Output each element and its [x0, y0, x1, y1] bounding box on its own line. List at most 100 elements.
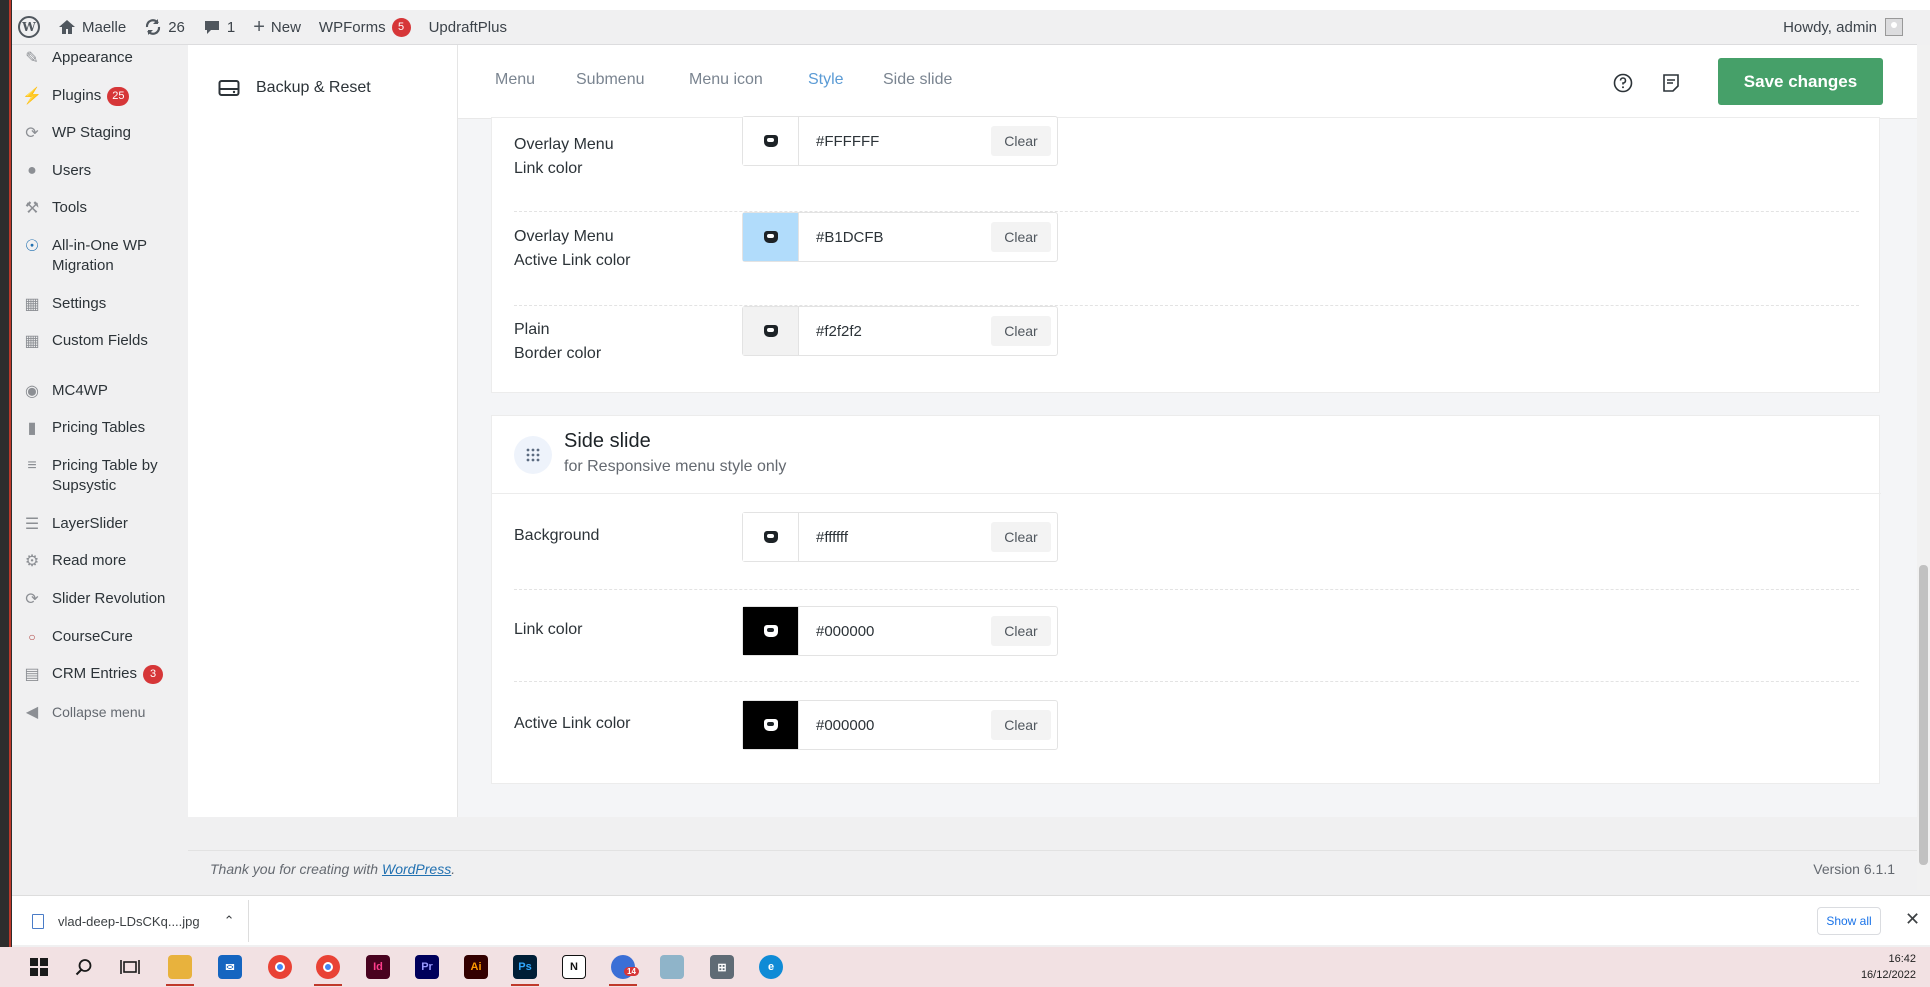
setting-row: Background #ffffff Clear — [492, 494, 1881, 590]
edge-icon[interactable]: e — [759, 955, 783, 979]
tab-menu[interactable]: Menu — [495, 71, 535, 119]
color-value-input[interactable]: #FFFFFF — [816, 133, 991, 150]
window-top-strip — [0, 0, 1930, 10]
menu-item-layerslider[interactable]: ☰ LayerSlider — [12, 514, 188, 534]
clear-button[interactable]: Clear — [991, 126, 1051, 156]
menu-item-crm-entries[interactable]: ▤ CRM Entries 3 — [12, 664, 188, 684]
calculator-icon[interactable]: ⊞ — [710, 955, 734, 979]
color-value-input[interactable]: #000000 — [816, 717, 991, 734]
collapse-icon: ◀ — [25, 704, 39, 721]
new-content-link[interactable]: + New — [244, 10, 310, 45]
bars-icon: ▮ — [27, 420, 37, 437]
color-swatch-button[interactable] — [743, 513, 799, 561]
divider — [248, 900, 249, 942]
show-all-button[interactable]: Show all — [1817, 907, 1881, 935]
setting-label: Overlay Menu Active Link color — [514, 225, 631, 273]
chrome-profile-icon[interactable] — [316, 955, 340, 979]
menu-item-read-more[interactable]: ⚙ Read more — [12, 551, 188, 571]
sync-icon: ⟳ — [25, 125, 39, 142]
page-scrollbar[interactable] — [1917, 45, 1930, 890]
menu-item-coursecure[interactable]: ○ CourseCure — [12, 627, 188, 647]
wordpress-link[interactable]: WordPress — [382, 861, 451, 877]
menu-label-plugins: Plugins — [52, 87, 102, 104]
downloads-bar: vlad-deep-LDsCKq....jpg ⌃ Show all ✕ — [12, 895, 1930, 945]
chrome-icon[interactable] — [268, 955, 292, 979]
menu-item-slider-revolution[interactable]: ⟳ Slider Revolution — [12, 589, 188, 609]
color-value-input[interactable]: #B1DCFB — [816, 229, 991, 246]
clear-button[interactable]: Clear — [991, 616, 1051, 646]
layers-icon: ☰ — [24, 516, 40, 533]
download-item[interactable]: vlad-deep-LDsCKq....jpg ⌃ — [32, 908, 235, 934]
backup-reset-link[interactable]: Backup & Reset — [218, 79, 371, 97]
indesign-icon[interactable]: Id — [366, 955, 390, 979]
updraftplus-link[interactable]: UpdraftPlus — [420, 10, 516, 45]
color-swatch-button[interactable] — [743, 607, 799, 655]
clear-button[interactable]: Clear — [991, 222, 1051, 252]
notes-icon[interactable] — [1660, 72, 1682, 94]
menu-label-migration-2: Migration — [52, 257, 114, 274]
mail-icon[interactable]: ✉ — [218, 955, 242, 979]
search-icon[interactable] — [72, 955, 96, 979]
clear-button[interactable]: Clear — [991, 522, 1051, 552]
menu-item-wp-staging[interactable]: ⟳ WP Staging — [12, 123, 188, 143]
tab-style[interactable]: Style — [802, 71, 850, 119]
menu-item-pricing-table-supsystic[interactable]: ≡ Pricing Table by Supsystic — [12, 456, 188, 496]
save-changes-button[interactable]: Save changes — [1718, 58, 1883, 105]
menu-item-plugins[interactable]: ⚡ Plugins 25 — [12, 86, 188, 106]
task-view-icon[interactable] — [118, 955, 142, 979]
setting-row: Active Link color #000000 Clear — [492, 682, 1881, 776]
windows-start-icon[interactable] — [27, 955, 51, 979]
scrollbar-thumb[interactable] — [1919, 565, 1928, 865]
clear-button[interactable]: Clear — [991, 316, 1051, 346]
color-value-input[interactable]: #000000 — [816, 623, 991, 640]
menu-item-appearance[interactable]: ✎ Appearance — [12, 48, 188, 68]
menu-item-all-in-one-migration[interactable]: ☉ All-in-One WP Migration — [12, 236, 188, 276]
setting-label: Link color — [514, 621, 583, 638]
menu-item-pricing-tables[interactable]: ▮ Pricing Tables — [12, 418, 188, 438]
site-name: Maelle — [82, 18, 127, 36]
my-account-link[interactable]: Howdy, admin — [1783, 18, 1917, 36]
label-line-1: Overlay Menu — [514, 136, 614, 153]
file-explorer-icon[interactable] — [168, 955, 192, 979]
site-name-link[interactable]: Maelle — [49, 10, 135, 45]
color-swatch-button[interactable] — [743, 213, 799, 261]
menu-item-custom-fields[interactable]: ▦ Custom Fields — [12, 331, 188, 351]
course-icon: ○ — [28, 630, 36, 644]
comments-link[interactable]: 1 — [194, 10, 244, 45]
updates-link[interactable]: 26 — [135, 10, 194, 45]
grid-dots-icon — [514, 436, 552, 474]
download-filename: vlad-deep-LDsCKq....jpg — [58, 913, 200, 929]
setting-row: Overlay Menu Link color #FFFFFF Clear — [492, 116, 1881, 212]
collapse-menu-button[interactable]: ◀ Collapse menu — [12, 702, 188, 722]
side-slide-card: Side slide for Responsive menu style onl… — [491, 415, 1881, 784]
setting-label: Overlay Menu Link color — [514, 133, 614, 181]
admin-bar: W Maelle 26 1 + New WPForms 5 UpdraftPlu… — [12, 10, 1917, 45]
photoshop-icon[interactable]: Ps — [513, 955, 537, 979]
menu-item-tools[interactable]: ⚒ Tools — [12, 198, 188, 218]
help-icon[interactable] — [1612, 72, 1634, 94]
color-value-input[interactable]: #f2f2f2 — [816, 323, 991, 340]
notion-icon[interactable]: N — [562, 955, 586, 979]
messaging-icon[interactable]: 14 — [611, 955, 639, 979]
system-clock[interactable]: 16:42 16/12/2022 — [1861, 951, 1916, 983]
clear-button[interactable]: Clear — [991, 710, 1051, 740]
menu-item-settings[interactable]: ▦ Settings — [12, 294, 188, 314]
color-value-input[interactable]: #ffffff — [816, 529, 991, 546]
color-swatch-button[interactable] — [743, 307, 799, 355]
tab-side-slide[interactable]: Side slide — [883, 71, 952, 119]
premiere-icon[interactable]: Pr — [415, 955, 439, 979]
color-swatch-button[interactable] — [743, 117, 799, 165]
tab-menu-icon[interactable]: Menu icon — [689, 71, 763, 119]
label-line-2: Active Link color — [514, 252, 631, 269]
chevron-up-icon[interactable]: ⌃ — [224, 913, 235, 929]
illustrator-icon[interactable]: Ai — [464, 955, 488, 979]
menu-item-users[interactable]: ● Users — [12, 161, 188, 181]
close-icon[interactable]: ✕ — [1905, 909, 1920, 930]
color-picker-field: #ffffff Clear — [742, 512, 1058, 562]
wp-logo-button[interactable]: W — [12, 10, 49, 45]
image-viewer-icon[interactable] — [660, 955, 684, 979]
wpforms-link[interactable]: WPForms 5 — [310, 10, 420, 45]
tab-submenu[interactable]: Submenu — [576, 71, 645, 119]
menu-item-mc4wp[interactable]: ◉ MC4WP — [12, 381, 188, 401]
color-swatch-button[interactable] — [743, 701, 799, 749]
